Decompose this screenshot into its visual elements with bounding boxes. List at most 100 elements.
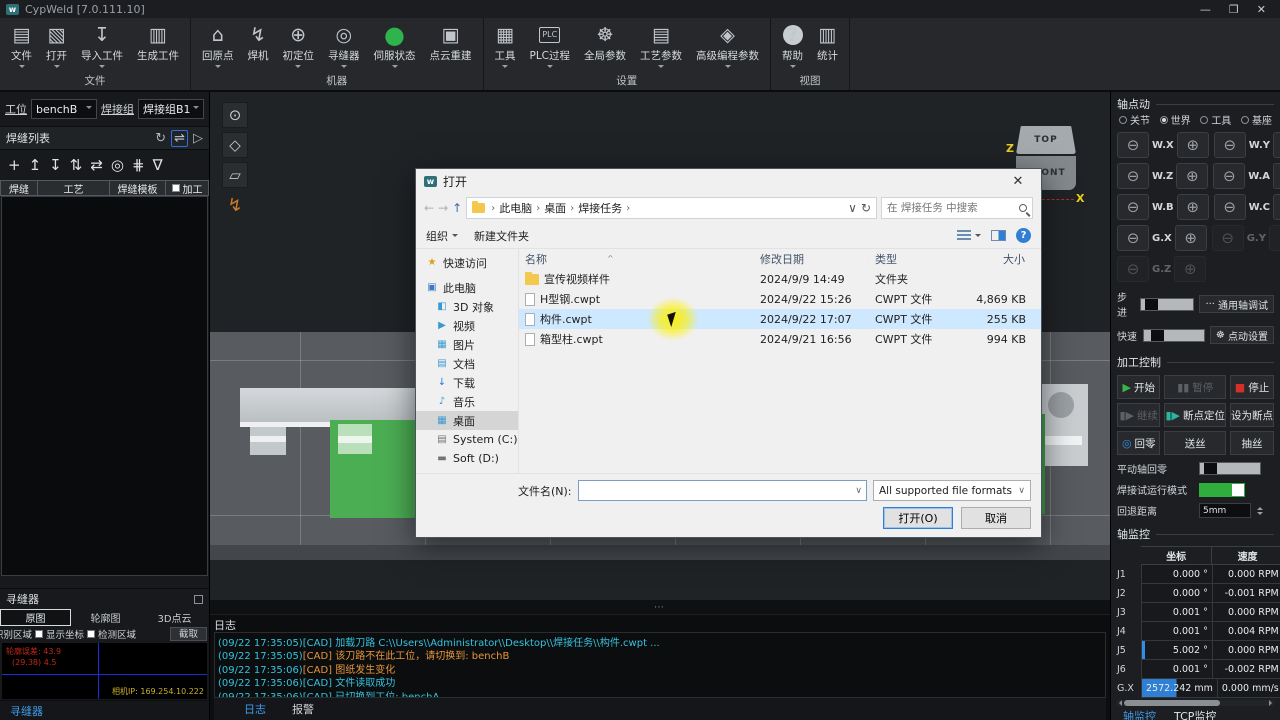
pause-button[interactable]: ▮▮暂停 bbox=[1164, 375, 1226, 399]
cancel-button[interactable]: 取消 bbox=[961, 507, 1031, 529]
renumber-icon[interactable]: ⇄ bbox=[90, 156, 103, 174]
target-seam-icon[interactable]: ◎ bbox=[111, 156, 124, 174]
jog-minus-button-wy[interactable]: ⊖ bbox=[1214, 132, 1246, 158]
search-input[interactable] bbox=[887, 202, 1015, 214]
wire-retract-button[interactable]: 抽丝 bbox=[1230, 431, 1274, 455]
tab-axis-monitor[interactable]: 轴监控 bbox=[1123, 708, 1156, 720]
breadcrumb-desktop[interactable]: 桌面 bbox=[544, 200, 566, 216]
dropdown-icon[interactable]: ∨ bbox=[848, 201, 857, 215]
sidebar-item-music[interactable]: ♪音乐 bbox=[416, 392, 518, 411]
import-workpiece-button[interactable]: ↧导入工件 bbox=[74, 18, 130, 71]
wire-feed-button[interactable]: 送丝 bbox=[1164, 431, 1226, 455]
plc-process-button[interactable]: PLCPLC过程 bbox=[523, 18, 578, 71]
process-params-button[interactable]: ▤工艺参数 bbox=[633, 18, 689, 71]
file-format-select[interactable]: All supported file formats ∨ bbox=[873, 480, 1031, 501]
nav-forward-icon[interactable]: → bbox=[438, 201, 448, 215]
start-button[interactable]: ▶开始 bbox=[1117, 375, 1160, 399]
jog-minus-button-wz[interactable]: ⊖ bbox=[1117, 163, 1149, 189]
fast-slider[interactable] bbox=[1143, 329, 1205, 342]
breadcrumb-weld-tasks[interactable]: 焊接任务 bbox=[578, 200, 622, 216]
dialog-close-icon[interactable]: ✕ bbox=[1003, 174, 1033, 189]
jog-plus-button-wy[interactable]: ⊕ bbox=[1273, 132, 1280, 158]
home-zero-button[interactable]: ◎回零 bbox=[1117, 431, 1160, 455]
station-select[interactable]: benchB bbox=[31, 99, 97, 119]
jog-plus-button-gx[interactable]: ⊕ bbox=[1175, 225, 1207, 251]
mode-tool-radio[interactable]: 工具 bbox=[1200, 112, 1231, 127]
move-top-icon[interactable]: ↥ bbox=[29, 156, 42, 174]
open-button[interactable]: ▧打开 bbox=[39, 18, 74, 71]
reorder-mode-icon[interactable]: ⇌ bbox=[171, 130, 188, 147]
new-folder-button[interactable]: 新建文件夹 bbox=[474, 228, 529, 244]
sidebar-item-this-pc[interactable]: ▣此电脑 bbox=[416, 278, 518, 297]
caret-down-icon[interactable]: ∨ bbox=[855, 486, 862, 496]
global-params-button[interactable]: ☸全局参数 bbox=[577, 18, 633, 71]
welder-button[interactable]: ↯焊机 bbox=[241, 18, 276, 71]
jog-settings-button[interactable]: ☸点动设置 bbox=[1210, 326, 1274, 344]
breakpoint-locate-button[interactable]: ▮▶断点定位 bbox=[1164, 403, 1226, 427]
column-name[interactable]: 名称^ bbox=[519, 251, 754, 267]
refresh-icon[interactable]: ↻ bbox=[861, 201, 871, 215]
seam-finder-button[interactable]: ◎寻缝器 bbox=[321, 18, 367, 71]
jog-minus-button-gz[interactable]: ⊖ bbox=[1117, 256, 1149, 282]
translate-home-knob[interactable] bbox=[1204, 463, 1217, 474]
fast-slider-knob[interactable] bbox=[1151, 330, 1164, 341]
initial-position-button[interactable]: ⊕初定位 bbox=[276, 18, 322, 71]
jog-plus-button-gz[interactable]: ⊕ bbox=[1174, 256, 1206, 282]
retreat-distance-input[interactable]: 5mm bbox=[1199, 503, 1251, 518]
log-body[interactable]: (09/22 17:35:05)[CAD] 加载刀路 C:\\Users\\Ad… bbox=[214, 632, 1106, 698]
advanced-params-button[interactable]: ◈高级编程参数 bbox=[689, 18, 766, 71]
set-breakpoint-button[interactable]: 设为断点 bbox=[1230, 403, 1274, 427]
sidebar-item-documents[interactable]: ▤文档 bbox=[416, 354, 518, 373]
jog-minus-button-wb[interactable]: ⊖ bbox=[1117, 194, 1149, 220]
search-box[interactable] bbox=[881, 197, 1033, 219]
generate-workpiece-button[interactable]: ▥生成工件 bbox=[130, 18, 186, 71]
add-seam-icon[interactable]: + bbox=[8, 156, 21, 174]
sidebar-item-soft-d[interactable]: ▬Soft (D:) bbox=[416, 449, 518, 468]
sidebar-item-videos[interactable]: ▶视频 bbox=[416, 316, 518, 335]
torch-icon[interactable]: ↯ bbox=[222, 192, 248, 218]
iso-view-icon[interactable]: ◇ bbox=[222, 132, 248, 158]
column-size[interactable]: 大小 bbox=[954, 251, 1032, 267]
breadcrumb[interactable]: › 此电脑 › 桌面 › 焊接任务 › ∨ ↻ bbox=[466, 197, 877, 219]
jog-plus-button-wx[interactable]: ⊕ bbox=[1177, 132, 1209, 158]
file-row-component-selected[interactable]: 构件.cwpt 2024/9/22 17:07 CWPT 文件 255 KB bbox=[519, 309, 1041, 329]
sidebar-item-3d-objects[interactable]: ◧3D 对象 bbox=[416, 297, 518, 316]
organize-button[interactable]: 组织 bbox=[426, 228, 458, 244]
detect-region-checkbox[interactable] bbox=[87, 630, 95, 638]
workpiece-right[interactable] bbox=[1042, 384, 1088, 466]
jog-plus-button-wc[interactable]: ⊕ bbox=[1273, 194, 1280, 220]
file-row-folder[interactable]: 宣传视频样件 2024/9/9 14:49 文件夹 bbox=[519, 269, 1041, 289]
restore-button[interactable]: ❐ bbox=[1229, 3, 1239, 16]
step-slider[interactable] bbox=[1140, 298, 1194, 311]
minimize-button[interactable]: — bbox=[1200, 3, 1211, 16]
tab-alarm[interactable]: 报警 bbox=[292, 701, 314, 717]
jog-minus-button-wa[interactable]: ⊖ bbox=[1213, 163, 1245, 189]
refresh-icon[interactable]: ↻ bbox=[155, 131, 166, 146]
column-type[interactable]: 类型 bbox=[869, 251, 954, 267]
jog-plus-button-gy[interactable]: ⊕ bbox=[1269, 225, 1280, 251]
sidebar-item-pictures[interactable]: ▦图片 bbox=[416, 335, 518, 354]
resume-button[interactable]: ▮▶继续 bbox=[1117, 403, 1160, 427]
fit-view-icon[interactable]: ⊙ bbox=[222, 102, 248, 128]
tab-seam-finder-bottom[interactable]: 寻缝器 bbox=[10, 703, 43, 719]
jog-minus-button-gx[interactable]: ⊖ bbox=[1117, 225, 1149, 251]
sidebar-item-system-c[interactable]: ▤System (C:) bbox=[416, 430, 518, 449]
statistics-button[interactable]: ▥统计 bbox=[810, 18, 845, 71]
view-mode-button[interactable] bbox=[957, 230, 981, 241]
jog-minus-button-gy[interactable]: ⊖ bbox=[1212, 225, 1244, 251]
jog-plus-button-wb[interactable]: ⊕ bbox=[1177, 194, 1209, 220]
close-button[interactable]: ✕ bbox=[1257, 3, 1266, 16]
mode-base-radio[interactable]: 基座 bbox=[1241, 112, 1272, 127]
swap-order-icon[interactable]: ⇅ bbox=[70, 156, 83, 174]
nav-back-icon[interactable]: ← bbox=[424, 201, 434, 215]
help-button[interactable]: ?帮助 bbox=[775, 18, 810, 71]
tab-3d-pointcloud[interactable]: 3D点云 bbox=[140, 609, 209, 626]
sidebar-item-downloads[interactable]: ↓下载 bbox=[416, 373, 518, 392]
sidebar-item-quick-access[interactable]: ★快速访问 bbox=[416, 253, 518, 272]
play-icon[interactable]: ▷ bbox=[193, 131, 203, 146]
show-coords-checkbox[interactable] bbox=[35, 630, 43, 638]
servo-status-button[interactable]: ●伺服状态 bbox=[367, 18, 423, 71]
machining-checkbox[interactable] bbox=[172, 184, 180, 192]
view-cube-top[interactable]: TOP bbox=[1016, 126, 1076, 154]
splitter-handle[interactable]: ⋯ bbox=[210, 600, 1110, 614]
